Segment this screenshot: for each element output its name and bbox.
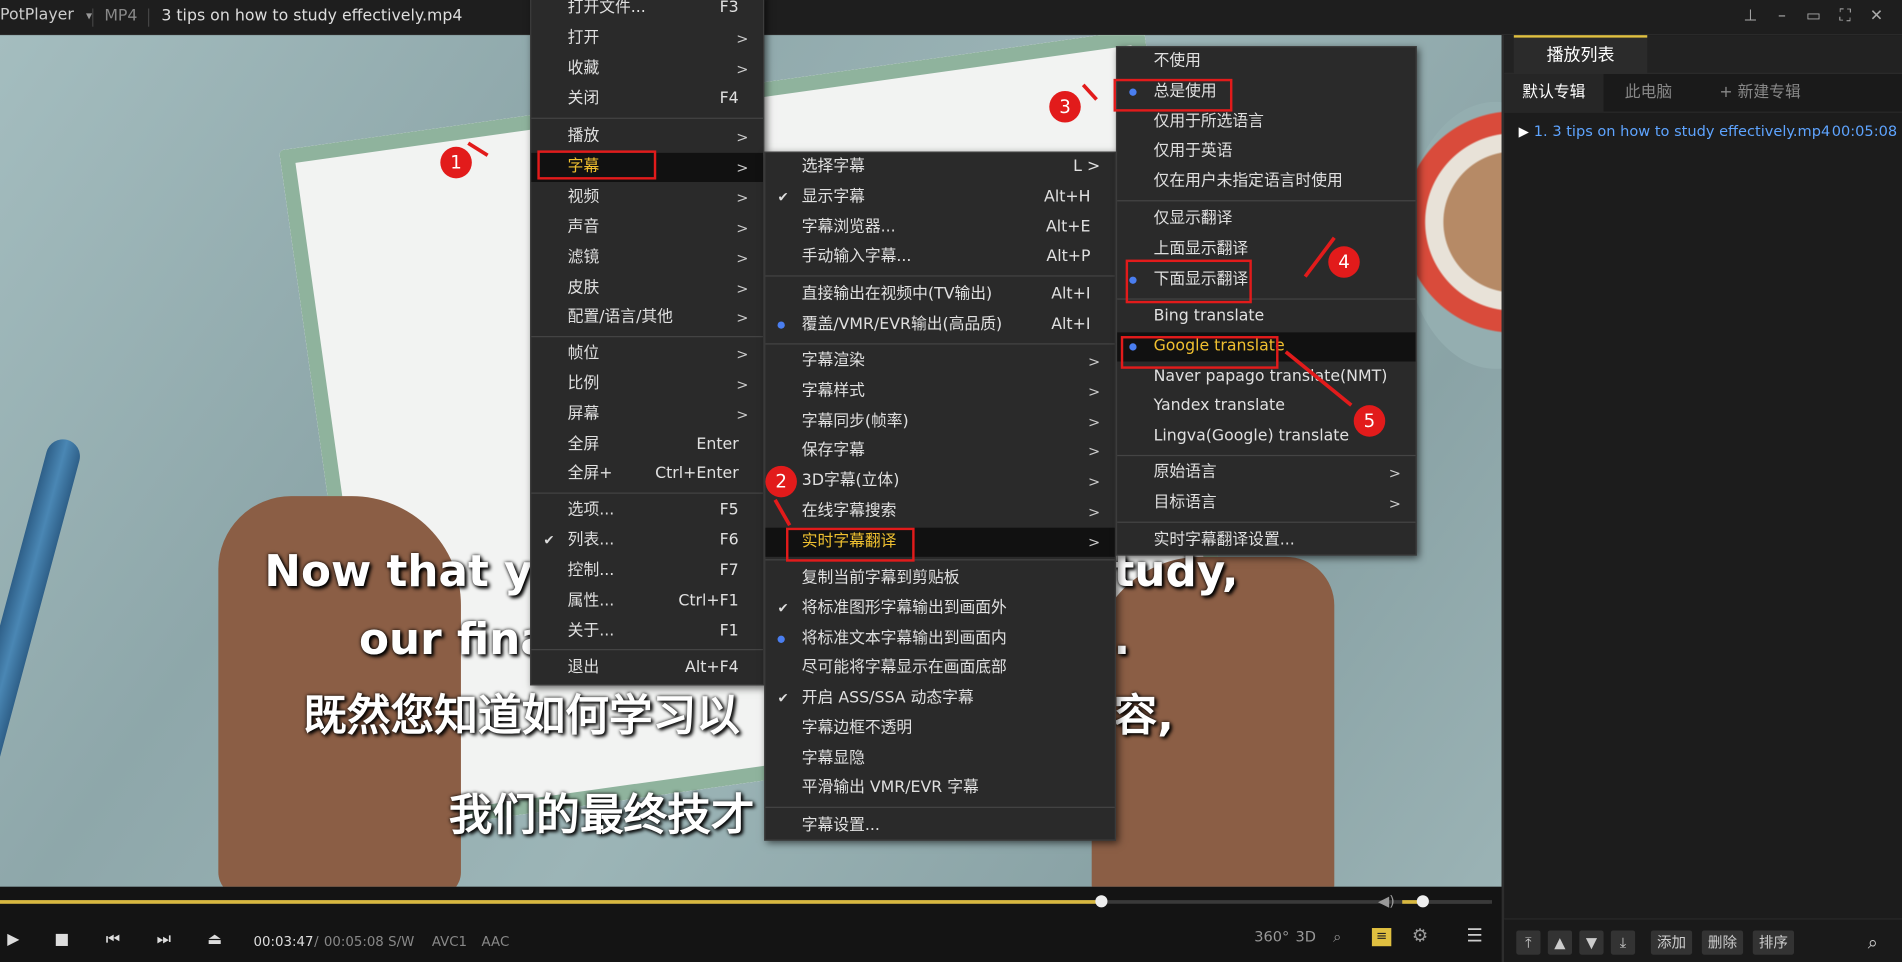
- annotation-arrow-3: [1081, 83, 1098, 101]
- annotation-arrows: [467, 83, 1353, 527]
- annotation-arrow-2: [773, 498, 792, 527]
- annotation-arrow-5: [1284, 350, 1353, 407]
- potplayer-window: PotPlayer ▾ MP4 3 tips on how to study ef…: [0, 0, 1902, 962]
- annotation-arrow-1: [467, 141, 489, 157]
- annotation-arrow-4: [1303, 236, 1336, 278]
